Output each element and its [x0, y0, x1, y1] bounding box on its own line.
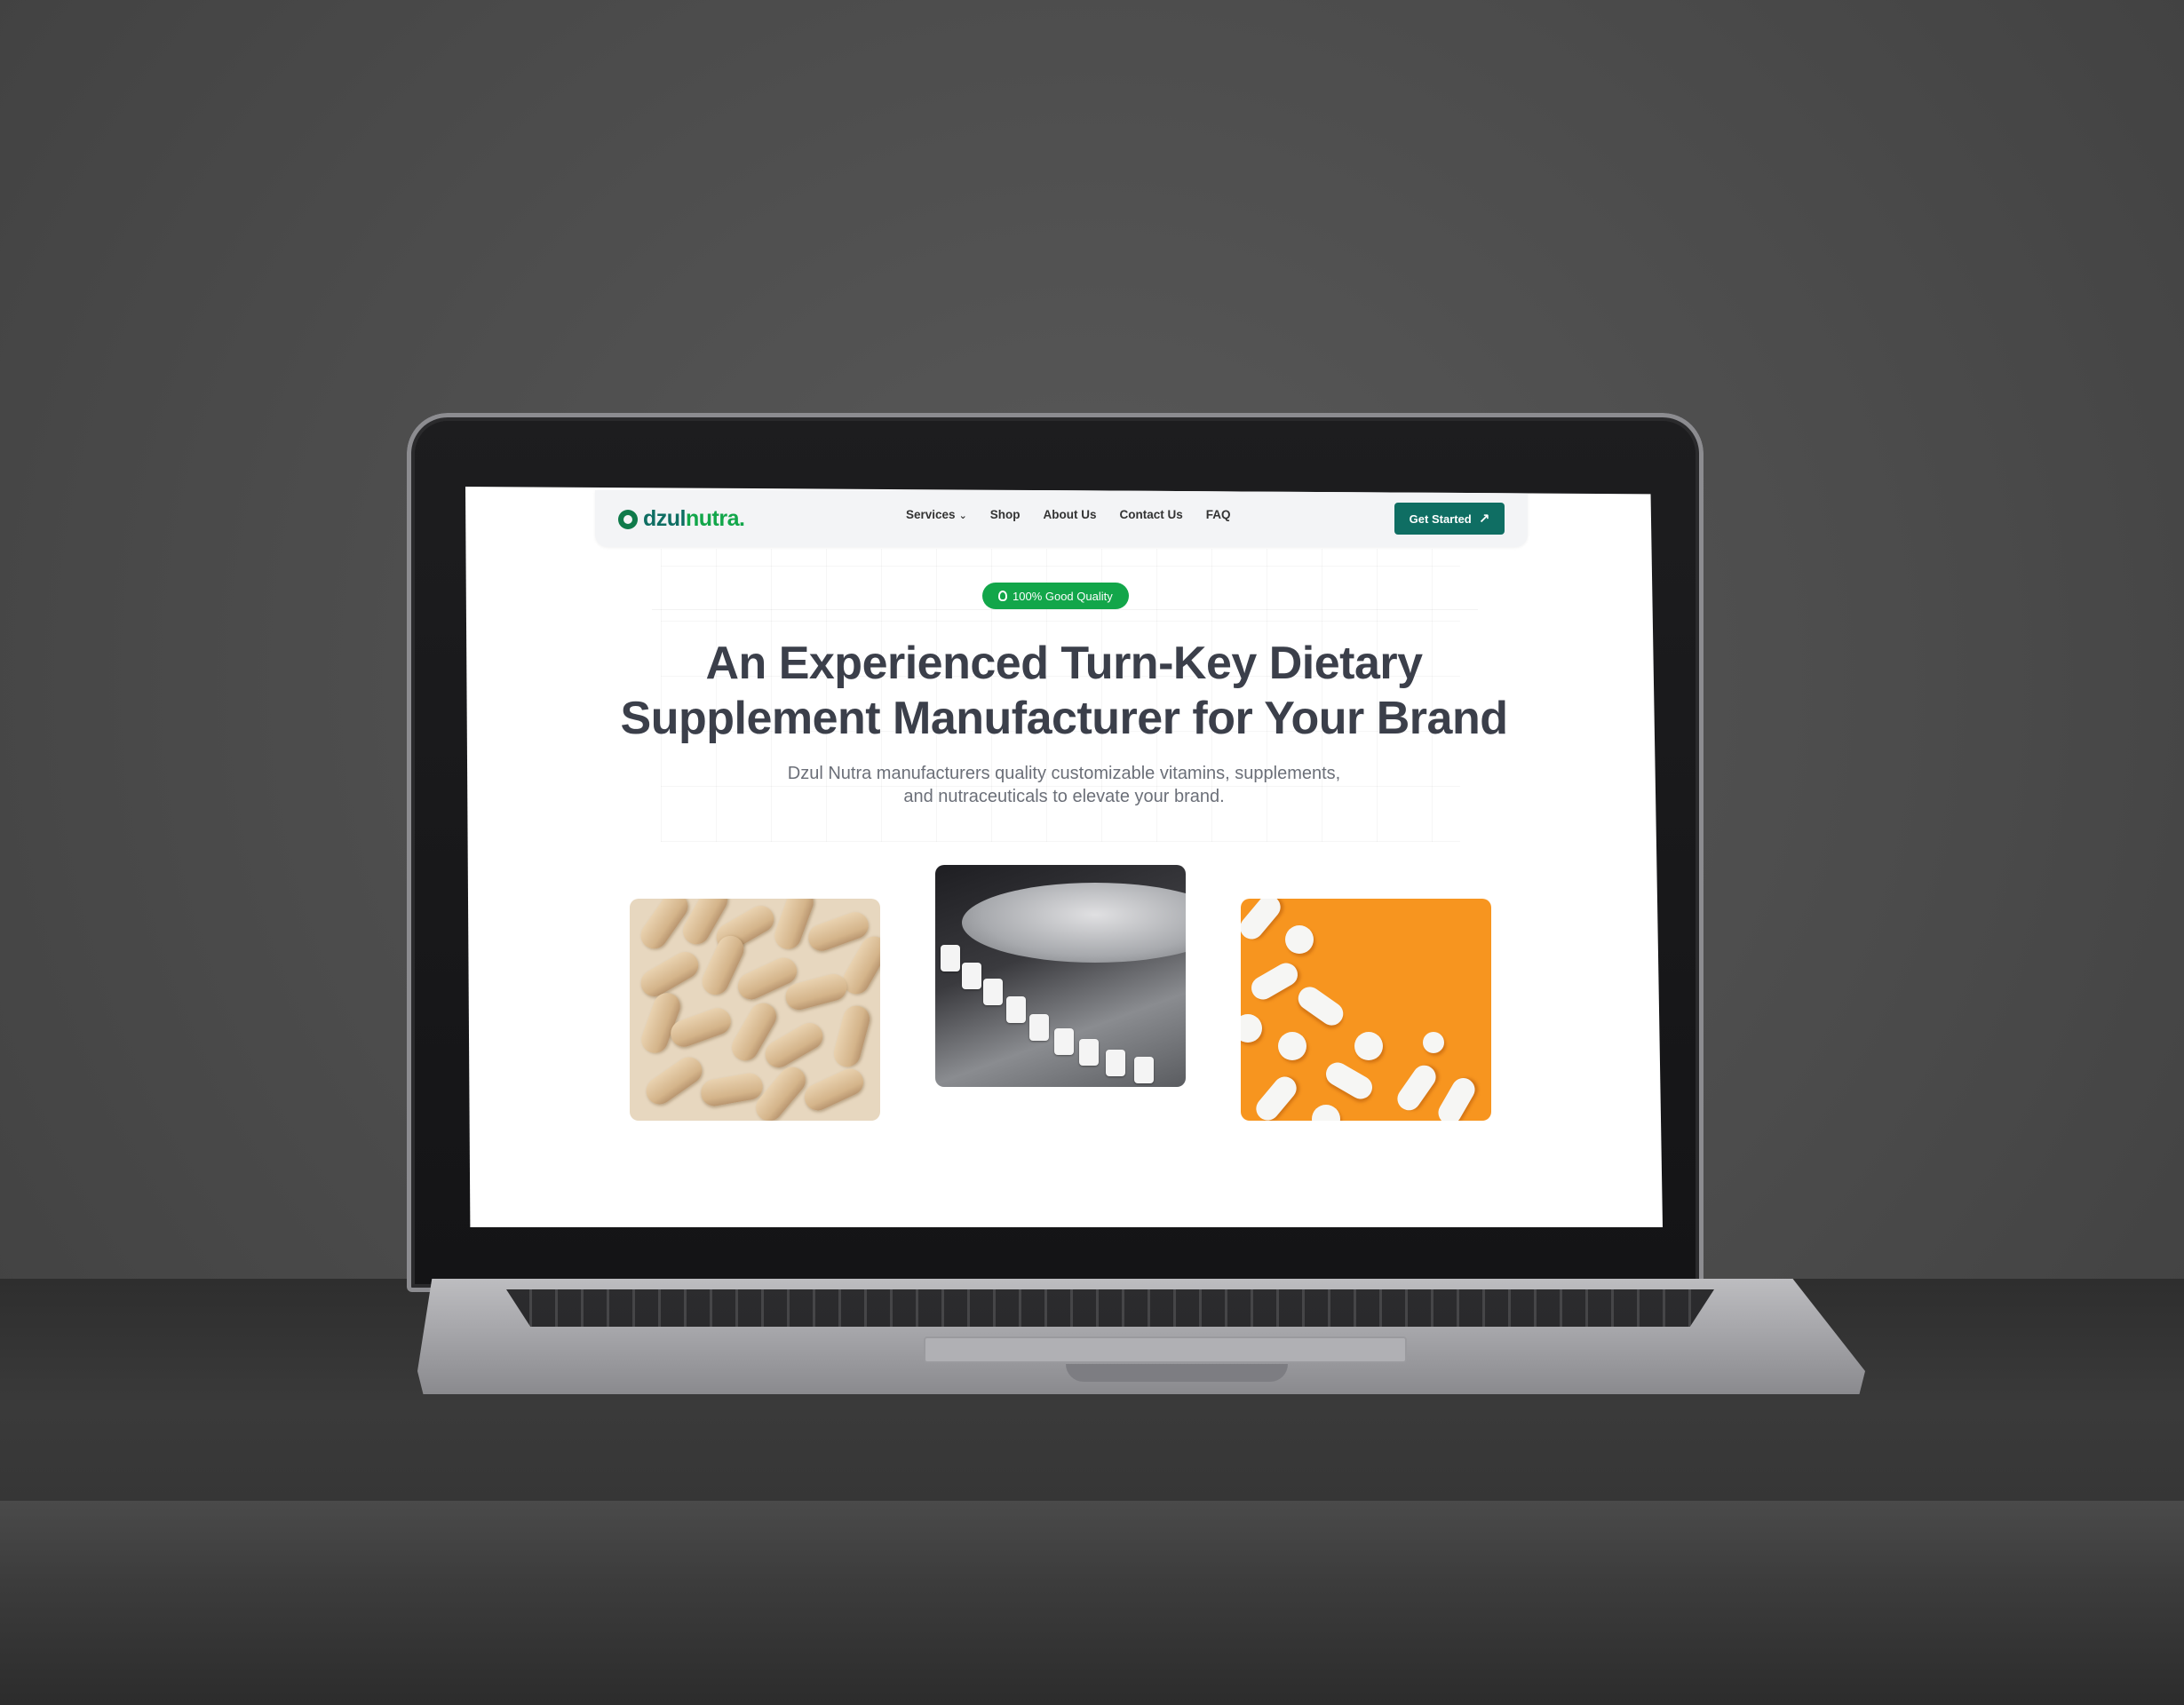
chevron-down-icon: ⌄ [958, 511, 967, 521]
badge-divider [652, 609, 1478, 610]
quality-badge: 100% Good Quality [982, 583, 1129, 609]
headline-line-2: Supplement Manufacturer for Your Brand [620, 693, 1508, 744]
nav-item-services[interactable]: Services ⌄ [906, 508, 967, 521]
bottling-machine-image [935, 865, 1186, 1087]
navbar: dzulnutra. Services ⌄ Shop About Us Conta… [595, 490, 1528, 547]
subtitle-line-1: Dzul Nutra manufacturers quality customi… [787, 764, 1341, 783]
logo-text-secondary: nutra. [686, 506, 745, 531]
nav-item-contact-us[interactable]: Contact Us [1120, 508, 1183, 521]
laptop-screen: dzulnutra. Services ⌄ Shop About Us Conta… [465, 487, 1663, 1227]
capsules-image [630, 899, 880, 1121]
nav-item-shop[interactable]: Shop [990, 508, 1021, 521]
laptop-keyboard [506, 1289, 1714, 1327]
laptop-notch [1066, 1364, 1288, 1382]
hero-headline: An Experienced Turn-Key Dietary Suppleme… [465, 636, 1663, 746]
get-started-label: Get Started [1409, 512, 1472, 526]
white-pills-image [1241, 899, 1491, 1121]
subtitle-line-2: and nutraceuticals to elevate your brand… [903, 787, 1225, 806]
flower-icon [618, 509, 638, 529]
nav-menu: Services ⌄ Shop About Us Contact Us FAQ [906, 508, 1231, 521]
laptop-trackpad [924, 1336, 1407, 1363]
logo[interactable]: dzulnutra. [618, 506, 745, 532]
logo-text: dzulnutra. [643, 506, 745, 532]
award-icon [998, 591, 1007, 601]
get-started-button[interactable]: Get Started ↗ [1394, 503, 1505, 535]
arrow-up-right-icon: ↗ [1478, 512, 1490, 527]
nav-item-faq[interactable]: FAQ [1206, 508, 1231, 521]
headline-line-1: An Experienced Turn-Key Dietary [705, 638, 1423, 689]
desk-front [0, 1501, 2184, 1705]
nav-item-label: Services [906, 508, 956, 521]
hero-subtitle: Dzul Nutra manufacturers quality customi… [465, 762, 1663, 808]
nav-item-about-us[interactable]: About Us [1044, 508, 1097, 521]
badge-label: 100% Good Quality [1013, 589, 1113, 603]
logo-text-primary: dzul [643, 506, 687, 531]
